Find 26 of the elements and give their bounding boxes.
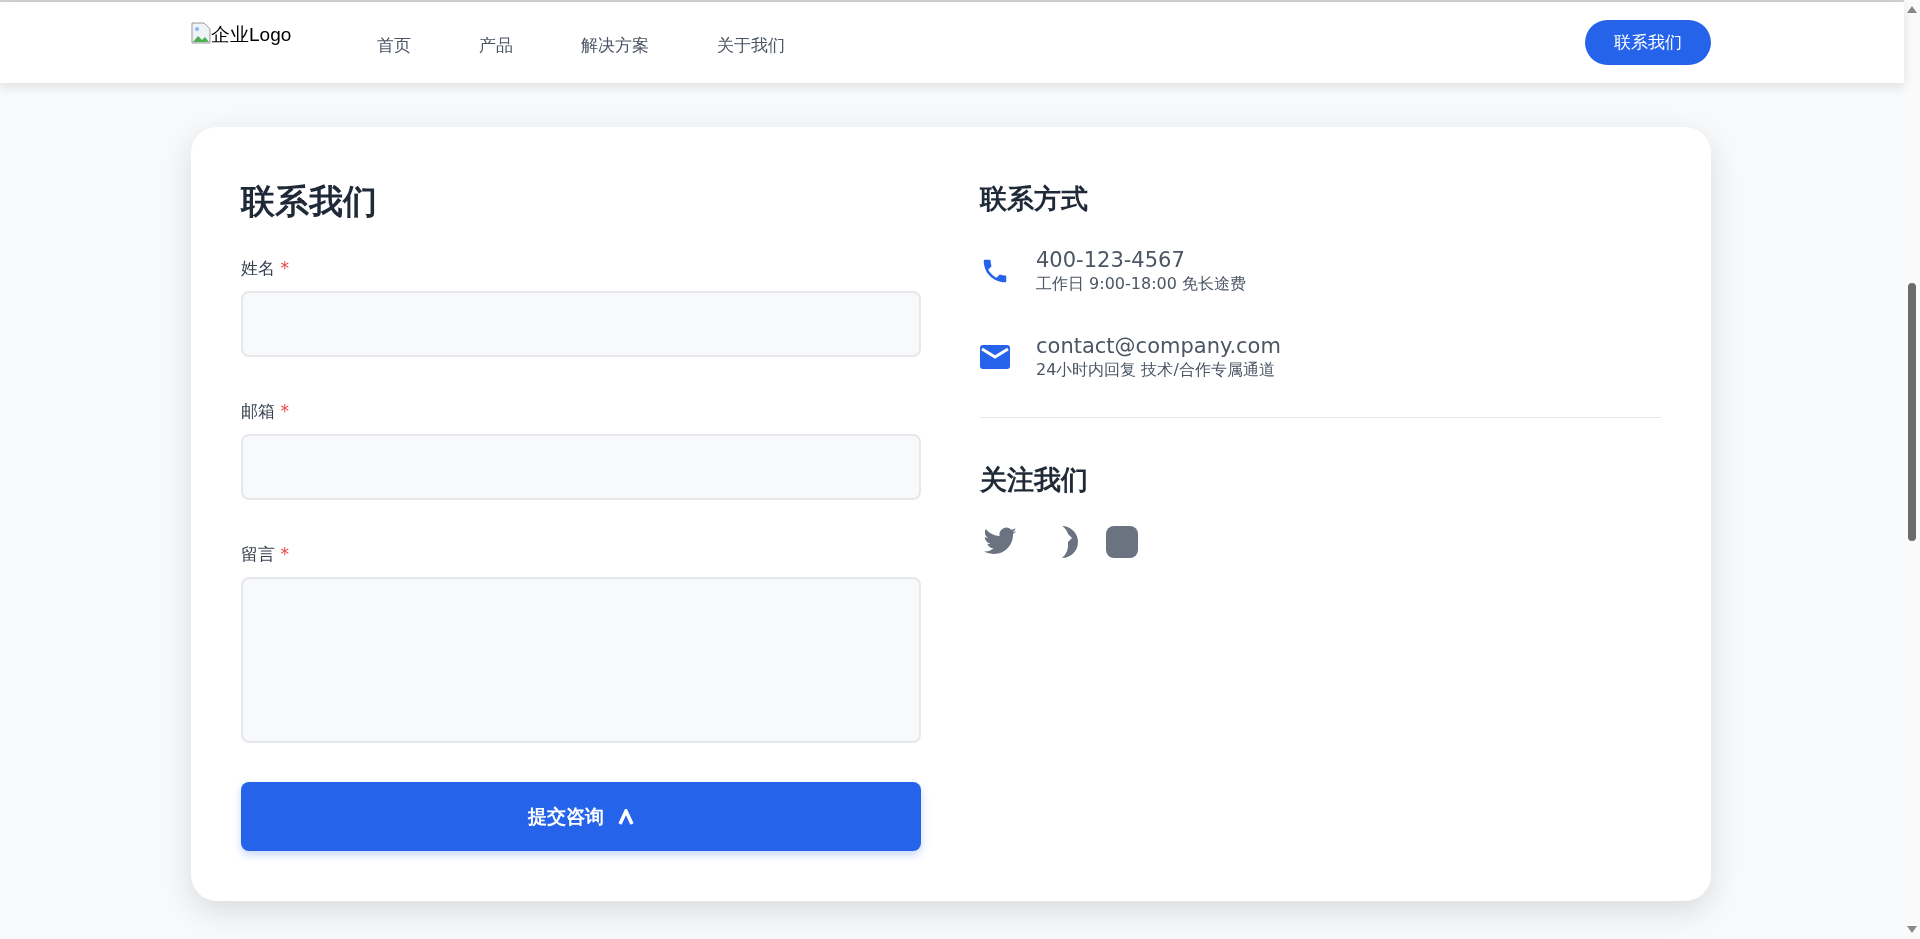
input-field[interactable] — [241, 434, 921, 500]
input-field[interactable] — [241, 291, 921, 357]
field-label: 邮箱 * — [241, 401, 290, 421]
up-arrow-icon — [1907, 6, 1917, 13]
nav-link[interactable]: 首页 — [343, 34, 446, 57]
nav-link[interactable]: 产品 — [445, 34, 548, 57]
section-title: 关注我们 — [980, 463, 1089, 497]
logo[interactable]: 企业Logo — [191, 22, 292, 48]
submit-button[interactable]: 提交咨询 — [241, 782, 921, 851]
scrollbar-thumb[interactable] — [1908, 283, 1916, 541]
contact-value: 400-123-4567 — [1036, 247, 1186, 273]
message-field[interactable] — [241, 577, 921, 743]
contact-note: 24小时内回复 技术/合作专属通道 — [1036, 359, 1276, 381]
envelope-icon — [980, 345, 1010, 369]
broken-image-icon — [191, 22, 211, 44]
field-label: 留言 * — [241, 544, 290, 564]
field-label: 姓名 * — [241, 258, 290, 278]
contact-button[interactable]: 联系我们 — [1585, 20, 1711, 65]
nav-link[interactable]: 关于我们 — [683, 34, 820, 57]
contact-value: contact@company.com — [1036, 333, 1281, 359]
caret-icon — [618, 808, 634, 825]
form-title: 联系我们 — [241, 180, 378, 223]
contact-note: 工作日 9:00-18:00 免长途费 — [1036, 273, 1246, 295]
down-arrow-icon — [1907, 926, 1917, 933]
nav-link[interactable]: 解决方案 — [547, 34, 684, 57]
section-title: 联系方式 — [980, 182, 1089, 216]
